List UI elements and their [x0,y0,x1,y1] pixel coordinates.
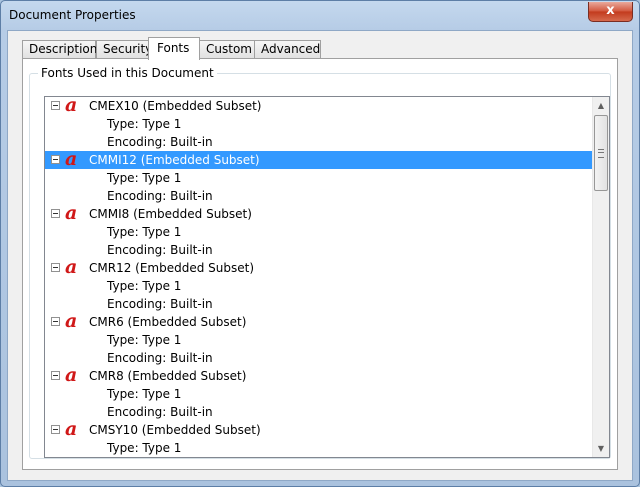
font-node: a CMMI12 (Embedded Subset) Type: Type 1 Enc… [45,148,594,205]
tab-custom[interactable]: Custom [199,40,255,58]
font-type-icon: a [65,256,78,278]
font-type: Type: Type 1 [107,279,182,293]
font-name: CMMI12 (Embedded Subset) [87,151,262,169]
font-node-row[interactable]: a CMMI8 (Embedded Subset) [45,202,594,224]
font-node: a CMMI8 (Embedded Subset) Type: Type 1 Enco… [45,202,594,259]
tab-label: Fonts [157,41,190,55]
vertical-scrollbar[interactable]: ▲ ▼ [592,97,609,457]
group-label: Fonts Used in this Document [38,66,217,80]
font-node: a CMR8 (Embedded Subset) Type: Type 1 Encod… [45,364,594,421]
fonts-tab-panel: Fonts Used in this Document a CMEX10 (Emb… [22,58,618,470]
font-name: CMEX10 (Embedded Subset) [89,99,262,113]
font-node-row[interactable]: a CMR6 (Embedded Subset) [45,310,594,332]
font-node-row[interactable]: a CMR8 (Embedded Subset) [45,364,594,386]
collapse-icon[interactable] [51,101,60,110]
font-node-row[interactable]: a CMR12 (Embedded Subset) [45,256,594,278]
font-type-icon: a [65,96,78,116]
close-button[interactable]: x [588,2,633,22]
tab-label: Custom [206,42,252,56]
tree-content: a CMEX10 (Embedded Subset) Type: Type 1 Enc… [45,97,594,457]
font-type: Type: Type 1 [107,441,182,455]
fonts-group-box: Fonts Used in this Document a CMEX10 (Emb… [29,66,611,459]
tab-security[interactable]: Security [96,40,153,58]
font-node-row[interactable]: a CMEX10 (Embedded Subset) [45,97,594,115]
tab-label: Description [29,42,98,56]
font-type-icon: a [65,364,78,386]
document-properties-dialog: Document Properties x Description Securi… [0,0,640,487]
tab-label: Advanced [261,42,321,56]
font-type-icon: a [65,310,78,332]
font-type: Type: Type 1 [107,225,182,239]
grip-icon [598,149,604,158]
tab-description[interactable]: Description [22,40,98,58]
collapse-icon[interactable] [51,317,60,326]
collapse-icon[interactable] [51,209,60,218]
collapse-icon[interactable] [51,155,60,164]
font-node-row[interactable]: a CMSY10 (Embedded Subset) [45,418,594,440]
font-encoding: Encoding: Built-in [107,243,213,257]
font-type: Type: Type 1 [107,387,182,401]
font-encoding: Encoding: Built-in [107,297,213,311]
font-type-icon: a [65,418,78,440]
font-node: a CMSY10 (Embedded Subset) Type: Type 1 [45,418,594,457]
dialog-client-area: Description Security Fonts Custom Advanc… [7,30,633,481]
font-name: CMR6 (Embedded Subset) [89,315,247,329]
title-bar[interactable]: Document Properties x [1,1,639,31]
font-type-icon: a [65,148,78,170]
font-name: CMSY10 (Embedded Subset) [89,423,261,437]
scroll-up-icon[interactable]: ▲ [593,97,609,114]
font-node: a CMR12 (Embedded Subset) Type: Type 1 Enco… [45,256,594,313]
font-encoding: Encoding: Built-in [107,189,213,203]
font-name: CMMI8 (Embedded Subset) [89,207,252,221]
font-type: Type: Type 1 [107,171,182,185]
font-node-row[interactable]: a CMMI12 (Embedded Subset) [45,148,594,170]
scrollbar-thumb[interactable] [594,115,608,191]
fonts-tree-view[interactable]: a CMEX10 (Embedded Subset) Type: Type 1 Enc… [44,96,610,458]
font-encoding: Encoding: Built-in [107,351,213,365]
tab-label: Security [103,42,153,56]
font-type-icon: a [65,202,78,224]
font-type: Type: Type 1 [107,333,182,347]
collapse-icon[interactable] [51,371,60,380]
tab-advanced[interactable]: Advanced [254,40,321,58]
font-encoding: Encoding: Built-in [107,135,213,149]
scroll-down-icon[interactable]: ▼ [593,440,609,457]
collapse-icon[interactable] [51,425,60,434]
font-name: CMR8 (Embedded Subset) [89,369,247,383]
font-type: Type: Type 1 [107,117,182,131]
font-node: a CMR6 (Embedded Subset) Type: Type 1 Encod… [45,310,594,367]
tab-fonts[interactable]: Fonts [148,37,200,60]
font-node: a CMEX10 (Embedded Subset) Type: Type 1 Enc… [45,97,594,151]
collapse-icon[interactable] [51,263,60,272]
window-title: Document Properties [9,8,136,22]
close-icon: x [606,3,615,18]
font-name: CMR12 (Embedded Subset) [89,261,255,275]
font-encoding: Encoding: Built-in [107,405,213,419]
